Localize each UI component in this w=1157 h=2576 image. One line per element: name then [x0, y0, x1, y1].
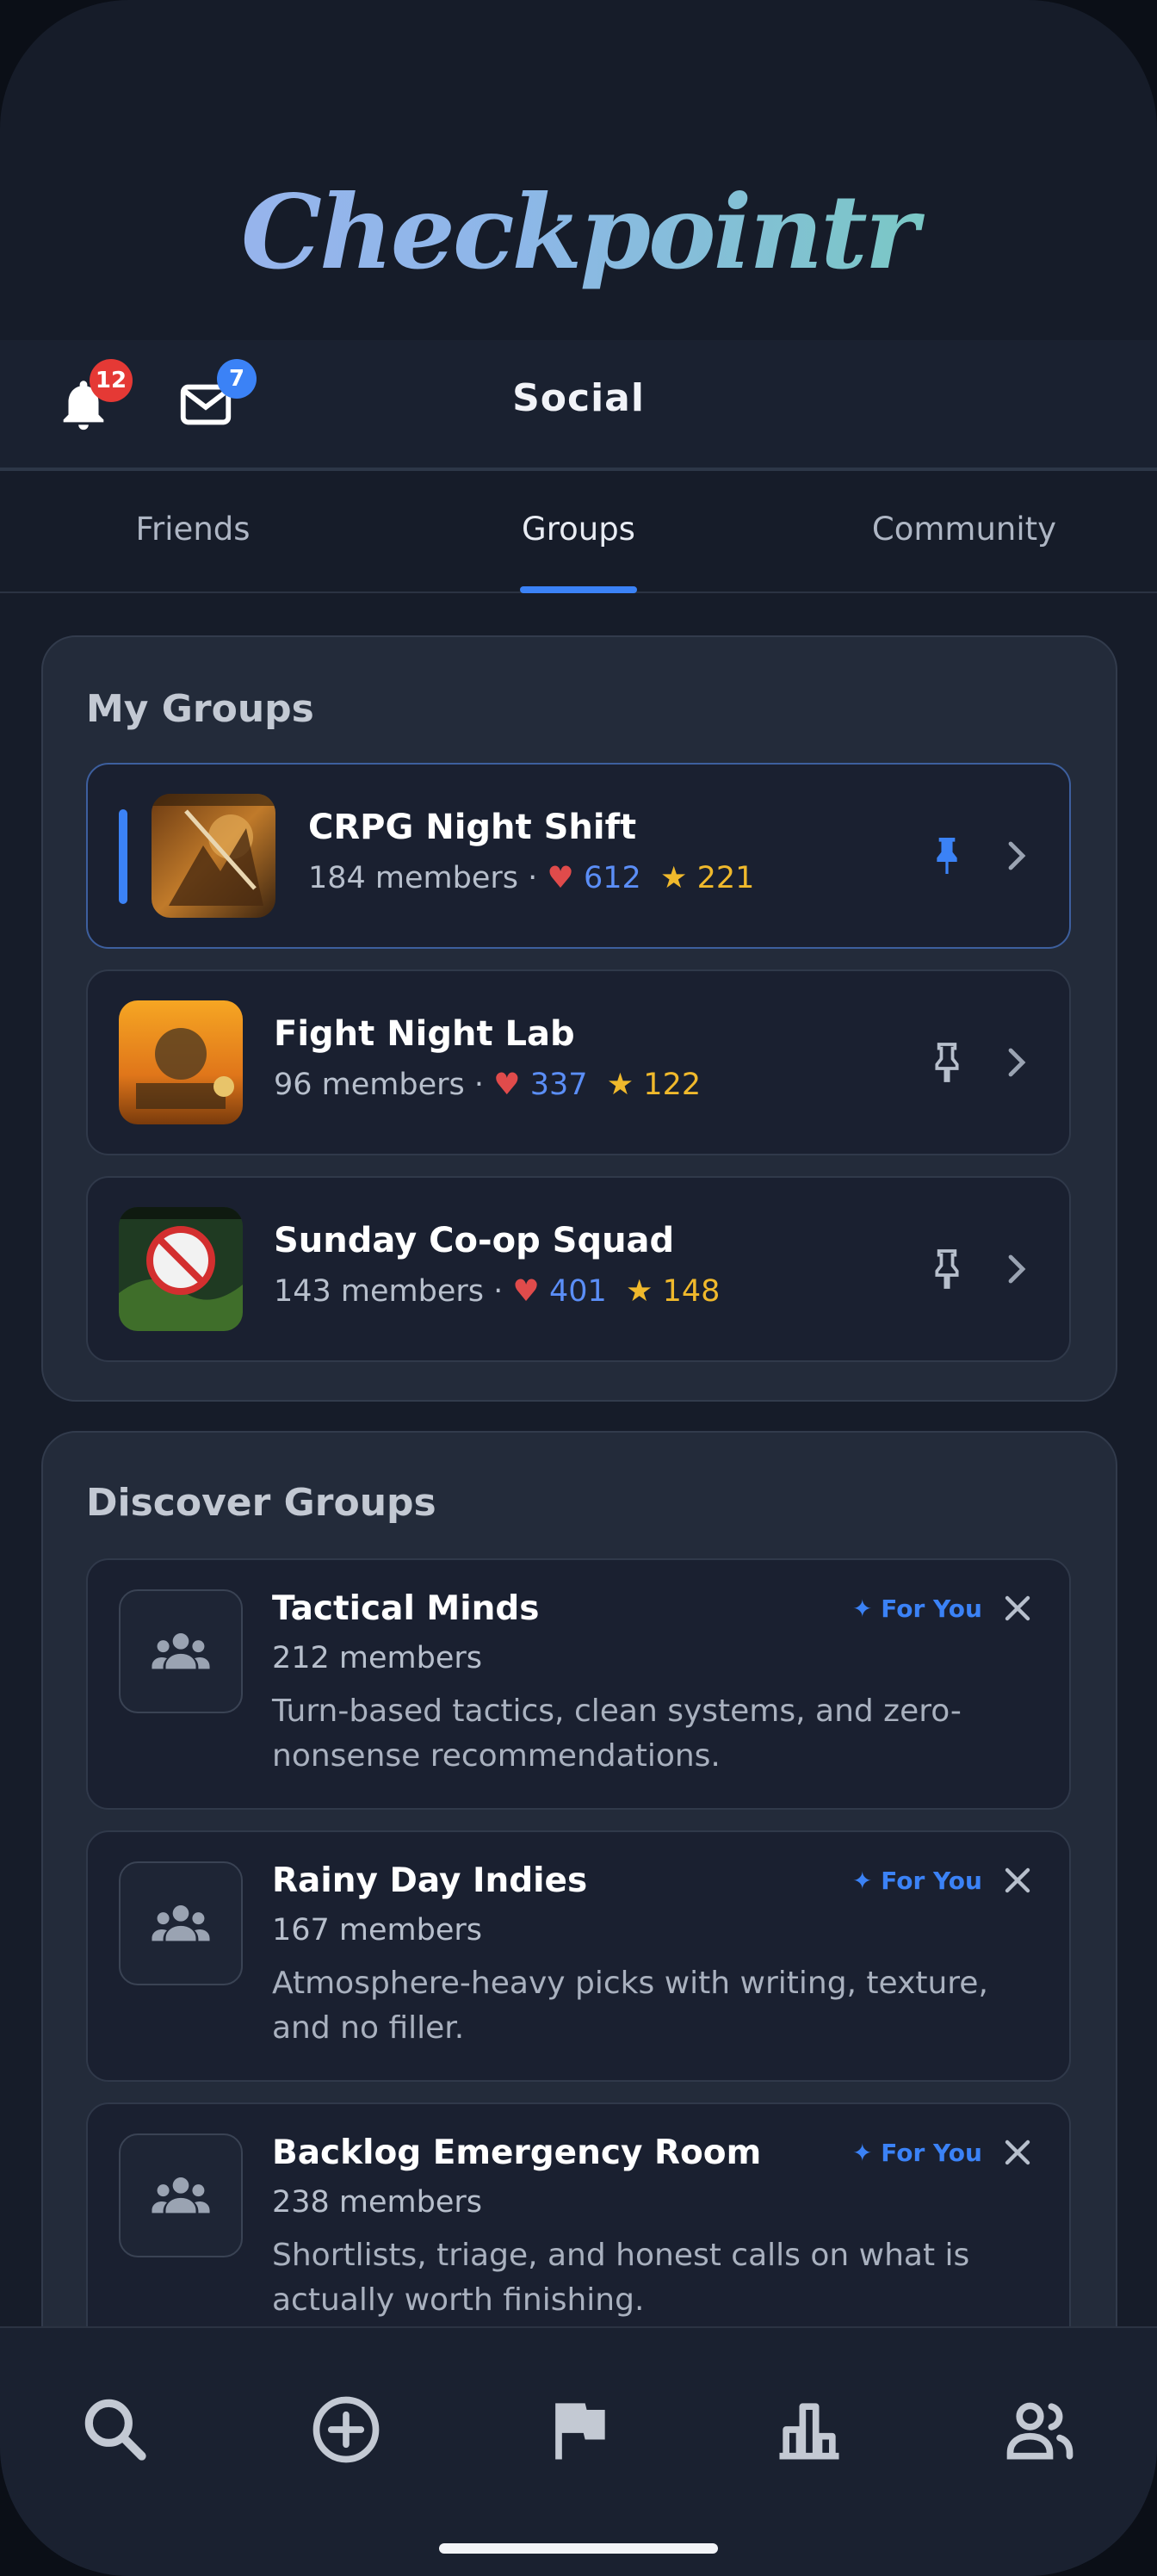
discover-group-row[interactable]: Rainy Day Indies 167 members Atmosphere-… — [86, 1830, 1071, 2082]
home-indicator — [439, 2543, 718, 2554]
dismiss-icon[interactable] — [1000, 2135, 1035, 2170]
sparkle-icon: ✦ — [852, 1867, 873, 1895]
pin-icon[interactable] — [923, 1038, 971, 1087]
group-stars: 221 — [696, 861, 755, 895]
chevron-right-icon[interactable] — [999, 835, 1033, 876]
discover-group-members: 167 members — [272, 1913, 483, 1947]
for-you-tag: ✦ For You — [852, 1595, 982, 1623]
group-placeholder-icon — [119, 2133, 243, 2257]
active-tab-indicator — [520, 586, 637, 593]
discover-group-description: Atmosphere-heavy picks with writing, tex… — [272, 1966, 988, 2046]
tab-friends[interactable]: Friends — [0, 511, 386, 548]
group-cover-image — [152, 794, 275, 918]
star-icon: ★ — [606, 1068, 634, 1102]
pin-icon[interactable] — [923, 832, 971, 880]
for-you-label: For You — [881, 1867, 982, 1895]
flag-icon[interactable] — [539, 2390, 618, 2469]
for-you-label: For You — [881, 2139, 982, 2167]
heart-icon: ♥ — [547, 861, 574, 895]
add-circle-icon[interactable] — [306, 2390, 386, 2469]
my-groups-title: My Groups — [86, 687, 314, 731]
discover-group-description: Shortlists, triage, and honest calls on … — [272, 2238, 970, 2318]
dismiss-icon[interactable] — [1000, 1863, 1035, 1898]
discover-group-name: Backlog Emergency Room — [272, 2133, 762, 2172]
group-row[interactable]: CRPG Night Shift 184 members · ♥ 612 ★ 2… — [86, 763, 1071, 949]
group-name: Fight Night Lab — [274, 1014, 575, 1054]
pinned-accent-bar — [119, 809, 127, 904]
group-name: CRPG Night Shift — [308, 808, 637, 847]
for-you-label: For You — [881, 1595, 982, 1623]
for-you-tag: ✦ For You — [852, 1867, 982, 1895]
bottom-navigation — [0, 2326, 1157, 2576]
people-icon[interactable] — [1000, 2390, 1080, 2469]
group-meta: 143 members · ♥ 401 ★ 148 — [274, 1274, 721, 1309]
top-header: 12 7 Social — [0, 340, 1157, 471]
group-placeholder-icon — [119, 1589, 243, 1713]
my-groups-card: My Groups CRPG Night Shift 184 members ·… — [41, 635, 1117, 1402]
dismiss-icon[interactable] — [1000, 1591, 1035, 1625]
star-icon: ★ — [660, 861, 688, 895]
group-members: 143 members — [274, 1274, 485, 1309]
group-cover-image — [119, 1207, 243, 1331]
group-stars: 148 — [662, 1274, 721, 1309]
discover-group-name: Rainy Day Indies — [272, 1861, 588, 1900]
group-likes: 337 — [529, 1068, 588, 1102]
discover-group-members: 212 members — [272, 1641, 483, 1675]
sparkle-icon: ✦ — [852, 2139, 873, 2167]
group-likes: 401 — [548, 1274, 607, 1309]
for-you-tag: ✦ For You — [852, 2139, 982, 2167]
discover-group-row[interactable]: Tactical Minds 212 members Turn-based ta… — [86, 1558, 1071, 1810]
pin-icon[interactable] — [923, 1245, 971, 1293]
tab-community[interactable]: Community — [771, 511, 1157, 548]
group-row[interactable]: Fight Night Lab 96 members · ♥ 337 ★ 122 — [86, 969, 1071, 1155]
group-meta: 96 members · ♥ 337 ★ 122 — [274, 1068, 702, 1102]
discover-groups-card: Discover Groups Tactical Minds 212 membe… — [41, 1431, 1117, 2381]
heart-icon: ♥ — [512, 1274, 540, 1309]
group-meta: 184 members · ♥ 612 ★ 221 — [308, 861, 755, 895]
chevron-right-icon[interactable] — [999, 1042, 1033, 1083]
sparkle-icon: ✦ — [852, 1595, 873, 1623]
group-stars: 122 — [643, 1068, 702, 1102]
star-icon: ★ — [626, 1274, 653, 1309]
app-screen: Checkpointr 12 7 Social Friends Groups C… — [0, 0, 1157, 2576]
heart-icon: ♥ — [493, 1068, 521, 1102]
search-icon[interactable] — [76, 2390, 155, 2469]
group-cover-image — [119, 1000, 243, 1124]
group-row[interactable]: Sunday Co-op Squad 143 members · ♥ 401 ★… — [86, 1176, 1071, 1362]
tab-groups[interactable]: Groups — [386, 511, 771, 548]
group-likes: 612 — [583, 861, 641, 895]
leaderboard-icon[interactable] — [770, 2390, 849, 2469]
discover-groups-title: Discover Groups — [86, 1481, 436, 1525]
app-logo: Checkpointr — [0, 172, 1157, 292]
discover-group-name: Tactical Minds — [272, 1589, 540, 1628]
chevron-right-icon[interactable] — [999, 1248, 1033, 1290]
discover-group-members: 238 members — [272, 2185, 483, 2220]
group-name: Sunday Co-op Squad — [274, 1221, 675, 1260]
page-title: Social — [512, 376, 645, 420]
discover-group-row[interactable]: Backlog Emergency Room 238 members Short… — [86, 2102, 1071, 2364]
group-placeholder-icon — [119, 1861, 243, 1985]
group-members: 96 members — [274, 1068, 465, 1102]
group-members: 184 members — [308, 861, 519, 895]
discover-group-description: Turn-based tactics, clean systems, and z… — [272, 1694, 962, 1774]
tab-bar: Friends Groups Community — [0, 471, 1157, 593]
